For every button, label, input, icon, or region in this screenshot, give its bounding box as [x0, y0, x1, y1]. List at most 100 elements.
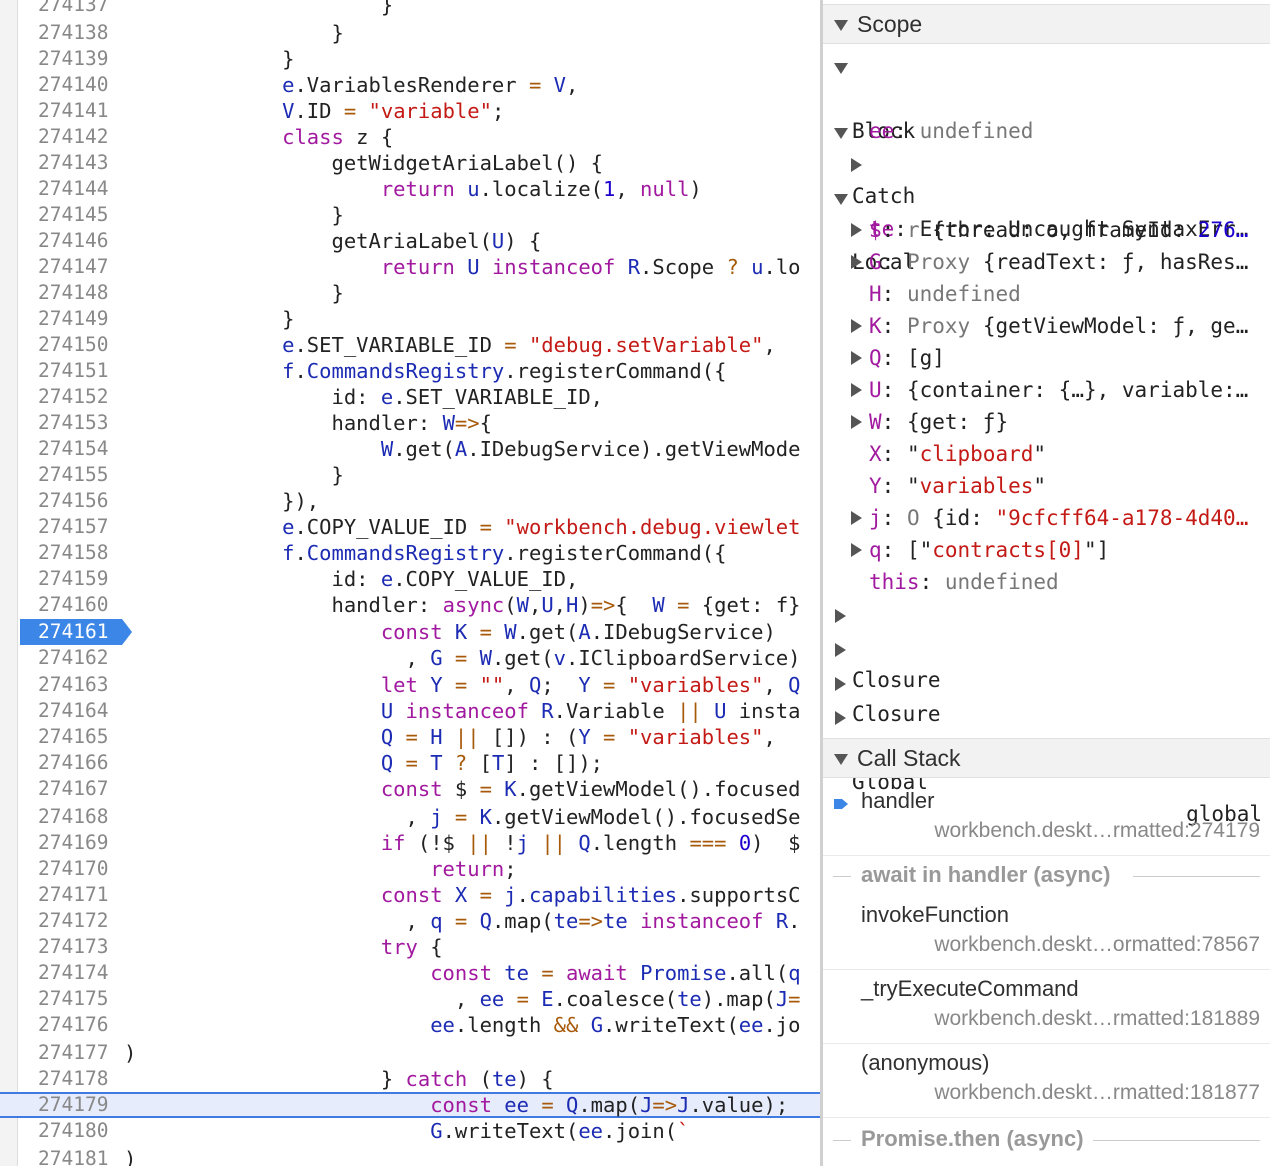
line-number[interactable]: 274152 — [20, 384, 122, 410]
line-number[interactable]: 274174 — [20, 960, 122, 986]
code-line[interactable]: 274169 if (!$ || !j || Q.length === 0) $ — [0, 830, 820, 856]
source-code-editor[interactable]: 274137 } 274138 } 274139 } 274140 e.Variabl… — [0, 0, 820, 1166]
code-line[interactable]: 274176 ee.length && G.writeText(ee.jo — [0, 1012, 820, 1038]
code-line[interactable]: 274157 e.COPY_VALUE_ID = "workbench.debu… — [0, 514, 820, 540]
code-line[interactable]: 274163 let Y = "", Q; Y = "variables", Q — [0, 672, 820, 698]
scope-var-K[interactable]: K: Proxy {getViewModel: ƒ, ge… — [823, 310, 1270, 342]
line-number[interactable]: 274157 — [20, 514, 122, 540]
code-line[interactable]: 274147 return U instanceof R.Scope ? u.l… — [0, 254, 820, 280]
scope-block[interactable]: Block — [823, 51, 1270, 143]
code-line[interactable]: 274137 } — [0, 0, 820, 18]
scope-var-Q[interactable]: Q: [g] — [823, 342, 1270, 374]
line-number[interactable]: 274179 — [20, 1094, 122, 1116]
code-line[interactable]: 274140 e.VariablesRenderer = V, — [0, 72, 820, 98]
scope-var-G[interactable]: G: Proxy {readText: ƒ, hasRes… — [823, 246, 1270, 278]
line-number[interactable]: 274140 — [20, 72, 122, 98]
scope-closure-3[interactable]: Closure — [823, 668, 1270, 760]
line-number[interactable]: 274181 — [20, 1146, 122, 1166]
line-number[interactable]: 274142 — [20, 124, 122, 150]
code-line[interactable]: 274156 }), — [0, 488, 820, 514]
scope-var-H[interactable]: H: undefined — [823, 278, 1270, 310]
call-frame-invokefunction[interactable]: invokeFunction workbench.deskt…ormatted:… — [823, 896, 1270, 970]
line-number[interactable]: 274168 — [20, 804, 122, 830]
code-line[interactable]: 274154 W.get(A.IDebugService).getViewMod… — [0, 436, 820, 462]
line-number[interactable]: 274167 — [20, 776, 122, 802]
code-line[interactable]: 274171 const X = j.capabilities.supports… — [0, 882, 820, 908]
scope-closure-1[interactable]: Closure — [823, 600, 1270, 692]
line-number[interactable]: 274144 — [20, 176, 122, 202]
scope-global[interactable]: Global global — [823, 702, 1270, 826]
line-number[interactable]: 274141 — [20, 98, 122, 124]
code-line[interactable]: 274173 try { — [0, 934, 820, 960]
line-number[interactable]: 274160 — [20, 592, 122, 618]
scope-var-q[interactable]: q: ["contracts[0]"] — [823, 534, 1270, 566]
line-number[interactable]: 274169 — [20, 830, 122, 856]
line-number[interactable]: 274173 — [20, 934, 122, 960]
line-number[interactable]: 274170 — [20, 856, 122, 882]
code-line[interactable]: 274143 getWidgetAriaLabel() { — [0, 150, 820, 176]
scope-var-ee[interactable]: ee: undefined — [823, 83, 1270, 143]
scope-var-te[interactable]: te: Error: Uncaught SyntaxErr… — [823, 149, 1270, 241]
line-number[interactable]: 274165 — [20, 724, 122, 750]
code-line[interactable]: 274172 , q = Q.map(te=>te instanceof R. — [0, 908, 820, 934]
code-line[interactable]: 274152 id: e.SET_VARIABLE_ID, — [0, 384, 820, 410]
code-line[interactable]: 274138 } — [0, 20, 820, 46]
code-line[interactable]: 274144 return u.localize(1, null) — [0, 176, 820, 202]
line-number[interactable]: 274178 — [20, 1066, 122, 1092]
code-line[interactable]: 274160 handler: async(W,U,H)=>{ W = {get… — [0, 592, 820, 618]
line-number[interactable]: 274137 — [20, 0, 122, 18]
code-line[interactable]: 274181) — [0, 1146, 820, 1166]
line-number[interactable]: 274163 — [20, 672, 122, 698]
code-line[interactable]: 274158 f.CommandsRegistry.registerComman… — [0, 540, 820, 566]
line-number[interactable]: 274158 — [20, 540, 122, 566]
line-number[interactable]: 274139 — [20, 46, 122, 72]
scope-closure-2[interactable]: Closure — [823, 634, 1270, 726]
line-number[interactable]: 274138 — [20, 20, 122, 46]
code-line[interactable]: 274175 , ee = E.coalesce(te).map(J= — [0, 986, 820, 1012]
line-number[interactable]: 274176 — [20, 1012, 122, 1038]
code-line[interactable]: 274159 id: e.COPY_VALUE_ID, — [0, 566, 820, 592]
scope-var-U[interactable]: U: {container: {…}, variable:… — [823, 374, 1270, 406]
code-line[interactable]: 274161 const K = W.get(A.IDebugService) — [0, 619, 820, 645]
line-number[interactable]: 274177 — [20, 1040, 122, 1066]
line-number[interactable]: 274159 — [20, 566, 122, 592]
line-number[interactable]: 274146 — [20, 228, 122, 254]
line-number[interactable]: 274172 — [20, 908, 122, 934]
scope-var-j[interactable]: j: O {id: "9cfcff64-a178-4d40… — [823, 502, 1270, 534]
line-number[interactable]: 274162 — [20, 645, 122, 671]
code-line[interactable]: 274162 , G = W.get(v.IClipboardService) — [0, 645, 820, 671]
scope-section-header[interactable]: Scope — [823, 4, 1270, 44]
scope-var-dollar[interactable]: $: r {thread: o, frameId: 276… — [823, 214, 1270, 246]
scope-var-Y[interactable]: Y: "variables" — [823, 470, 1270, 502]
code-line[interactable]: 274150 e.SET_VARIABLE_ID = "debug.setVar… — [0, 332, 820, 358]
scope-local[interactable]: Local — [823, 182, 1270, 274]
breakpoint-line-number[interactable]: 274161 — [20, 619, 132, 645]
line-number[interactable]: 274147 — [20, 254, 122, 280]
code-line[interactable]: 274139 } — [0, 46, 820, 72]
line-number[interactable]: 274145 — [20, 202, 122, 228]
line-number[interactable]: 274151 — [20, 358, 122, 384]
call-frame-handler[interactable]: handler workbench.deskt…rmatted:274179 — [823, 782, 1270, 856]
call-frame-anonymous[interactable]: (anonymous) workbench.deskt…rmatted:1818… — [823, 1044, 1270, 1118]
code-line[interactable]: 274177) — [0, 1040, 820, 1066]
line-number[interactable]: 274153 — [20, 410, 122, 436]
line-number[interactable]: 274148 — [20, 280, 122, 306]
code-line[interactable]: 274165 Q = H || []) : (Y = "variables", — [0, 724, 820, 750]
line-number[interactable]: 274166 — [20, 750, 122, 776]
call-frame-tryexecutecommand[interactable]: _tryExecuteCommand workbench.deskt…rmatt… — [823, 970, 1270, 1044]
code-line[interactable]: 274167 const $ = K.getViewModel().focuse… — [0, 776, 820, 802]
code-line[interactable]: 274155 } — [0, 462, 820, 488]
code-line[interactable]: 274170 return; — [0, 856, 820, 882]
code-line[interactable]: 274148 } — [0, 280, 820, 306]
code-line[interactable]: 274142 class z { — [0, 124, 820, 150]
line-number[interactable]: 274155 — [20, 462, 122, 488]
code-line[interactable]: 274146 getAriaLabel(U) { — [0, 228, 820, 254]
scope-var-this[interactable]: this: undefined — [823, 566, 1270, 598]
code-line[interactable]: 274141 V.ID = "variable"; — [0, 98, 820, 124]
line-number[interactable]: 274171 — [20, 882, 122, 908]
code-line[interactable]: 274168 , j = K.getViewModel().focusedSe — [0, 804, 820, 830]
scope-var-W[interactable]: W: {get: ƒ} — [823, 406, 1270, 438]
line-number[interactable]: 274180 — [20, 1118, 122, 1144]
code-line[interactable]: 274145 } — [0, 202, 820, 228]
line-number[interactable]: 274149 — [20, 306, 122, 332]
